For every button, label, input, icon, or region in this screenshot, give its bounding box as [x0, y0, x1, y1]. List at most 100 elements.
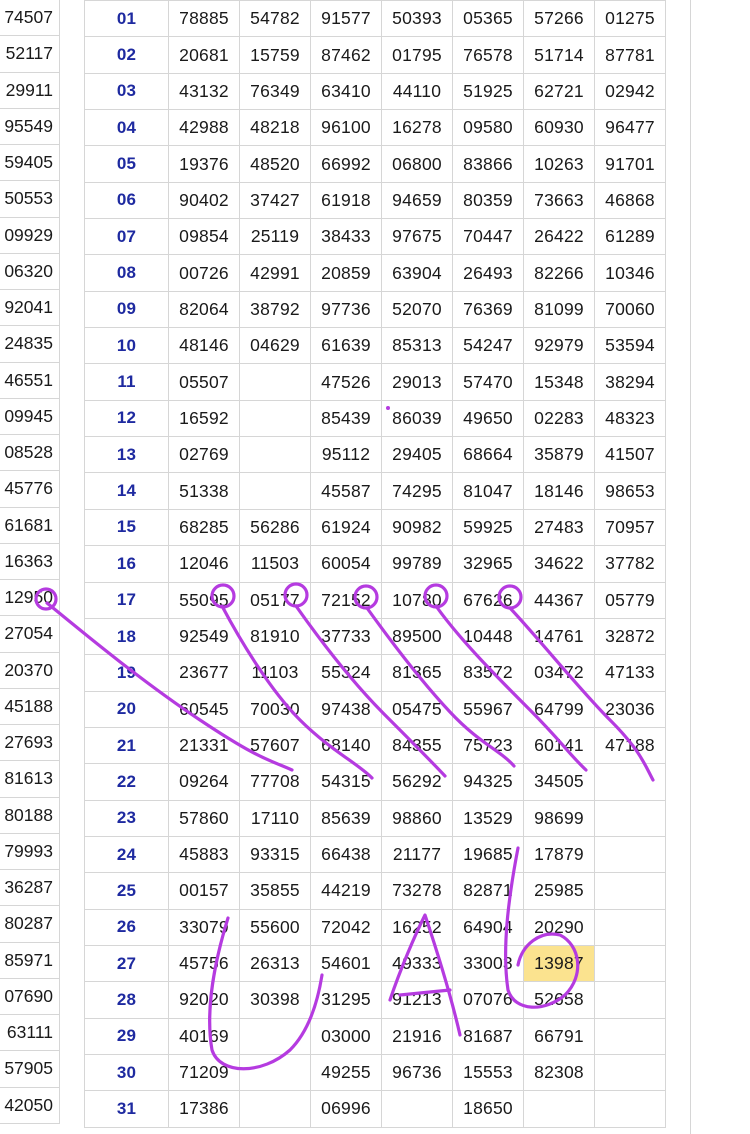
table-cell: 44219: [310, 872, 382, 910]
table-cell: 19376: [168, 145, 240, 183]
table-cell: 91577: [310, 0, 382, 38]
table-cell: 20290: [523, 908, 595, 946]
table-cell: 45883: [168, 835, 240, 874]
table-cell: [594, 944, 666, 983]
table-cell: 72152: [310, 581, 382, 619]
day-label: 20: [84, 690, 169, 728]
table-cell: 48218: [239, 109, 311, 147]
table-cell: 78885: [168, 0, 240, 38]
table-row: 19 23677 11103 55324 81365 83572 03472 47133: [84, 654, 666, 692]
table-cell: 76578: [452, 36, 524, 74]
table-cell: 44367: [523, 581, 595, 619]
left-column-cell: 45776: [0, 471, 60, 508]
table-cell: 60545: [168, 690, 240, 728]
table-cell: 19685: [452, 835, 524, 874]
table-cell: 17386: [168, 1090, 240, 1128]
table-cell: 00726: [168, 254, 240, 292]
table-cell: 55095: [168, 581, 240, 619]
table-cell: 14761: [523, 617, 595, 656]
left-column-cell: 42050: [0, 1087, 60, 1124]
day-label: 02: [84, 36, 169, 74]
day-label: 13: [84, 436, 169, 474]
table-cell: 67626: [452, 581, 524, 619]
table-cell: 66438: [310, 835, 382, 874]
table-cell: 60141: [523, 726, 595, 765]
table-cell: 96477: [594, 109, 666, 147]
left-column-cell: 59405: [0, 145, 60, 182]
table-cell: [239, 363, 311, 401]
day-label: 08: [84, 254, 169, 292]
table-cell: 82871: [452, 872, 524, 910]
table-cell: [523, 1090, 595, 1128]
table-cell: 41507: [594, 436, 666, 474]
table-row: 06 90402 37427 61918 94659 80359 73663 46868: [84, 181, 666, 220]
day-label: 31: [84, 1090, 169, 1128]
table-cell: 17879: [523, 835, 595, 874]
table-row: 21 21331 57607 68140 84355 75723 60141 47188: [84, 726, 666, 765]
table-cell: 71209: [168, 1053, 240, 1092]
table-cell: 77708: [239, 763, 311, 801]
table-cell: 98860: [381, 799, 453, 837]
table-cell: 23677: [168, 654, 240, 692]
table-cell: 96736: [381, 1053, 453, 1092]
table-row: 23 57860 17110 85639 98860 13529 98699: [84, 799, 666, 837]
table-row: 27 45756 26313 54601 49333 33003 13987: [84, 944, 666, 983]
table-cell: 52658: [523, 981, 595, 1019]
table-row: 11 05507 47526 29013 57470 15348 38294: [84, 363, 666, 401]
left-column-cell: 27054: [0, 616, 60, 653]
table-cell: 06800: [381, 145, 453, 183]
table-cell: 57860: [168, 799, 240, 837]
left-column-cell: 81613: [0, 761, 60, 798]
table-cell: 51925: [452, 72, 524, 111]
day-label: 23: [84, 799, 169, 837]
table-cell: 47526: [310, 363, 382, 401]
table-cell: 76349: [239, 72, 311, 111]
table-cell: 48323: [594, 399, 666, 438]
table-cell: 99789: [381, 545, 453, 583]
day-label: 28: [84, 981, 169, 1019]
table-cell: 05779: [594, 581, 666, 619]
table-row: 26 33079 55600 72042 16252 64904 20290: [84, 908, 666, 946]
table-cell: 20681: [168, 36, 240, 74]
table-cell: 37733: [310, 617, 382, 656]
table-cell: 70447: [452, 218, 524, 256]
left-column-cell: 09929: [0, 217, 60, 254]
table-cell: 94659: [381, 181, 453, 220]
table-cell: 82308: [523, 1053, 595, 1092]
table-row: 18 92549 81910 37733 89500 10448 14761 32872: [84, 617, 666, 656]
table-cell: 02769: [168, 436, 240, 474]
table-cell: 80359: [452, 181, 524, 220]
table-cell: 89500: [381, 617, 453, 656]
table-cell: 57607: [239, 726, 311, 765]
table-cell: 05177: [239, 581, 311, 619]
table-cell: 81365: [381, 654, 453, 692]
table-cell: 47188: [594, 726, 666, 765]
table-cell: 56286: [239, 508, 311, 547]
table-cell: 15759: [239, 36, 311, 74]
day-label: 21: [84, 726, 169, 765]
table-cell: 92020: [168, 981, 240, 1019]
left-column-cell: 29911: [0, 72, 60, 109]
table-cell: 05507: [168, 363, 240, 401]
left-column-cell: 57905: [0, 1051, 60, 1088]
table-cell: 17110: [239, 799, 311, 837]
left-column-cell: 80287: [0, 906, 60, 943]
table-cell: 10346: [594, 254, 666, 292]
table-cell: 33003: [452, 944, 524, 983]
spreadsheet: 74507 52117 29911 95549 59405 50553 09929 06320…: [0, 0, 750, 1134]
left-number-column: 74507 52117 29911 95549 59405 50553 09929 06320…: [0, 0, 60, 1124]
table-cell: 48520: [239, 145, 311, 183]
table-cell: 95112: [310, 436, 382, 474]
table-cell: 13529: [452, 799, 524, 837]
day-label: 18: [84, 617, 169, 656]
table-row: 16 12046 11503 60054 99789 32965 34622 37782: [84, 545, 666, 583]
table-cell: 84355: [381, 726, 453, 765]
table-cell: 76369: [452, 290, 524, 329]
table-cell: 87781: [594, 36, 666, 74]
table-row: 02 20681 15759 87462 01795 76578 51714 87781: [84, 36, 666, 74]
table-cell: 57266: [523, 0, 595, 38]
table-cell: 25985: [523, 872, 595, 910]
day-label: 19: [84, 654, 169, 692]
table-cell: 13987: [523, 944, 595, 983]
table-cell: 52070: [381, 290, 453, 329]
